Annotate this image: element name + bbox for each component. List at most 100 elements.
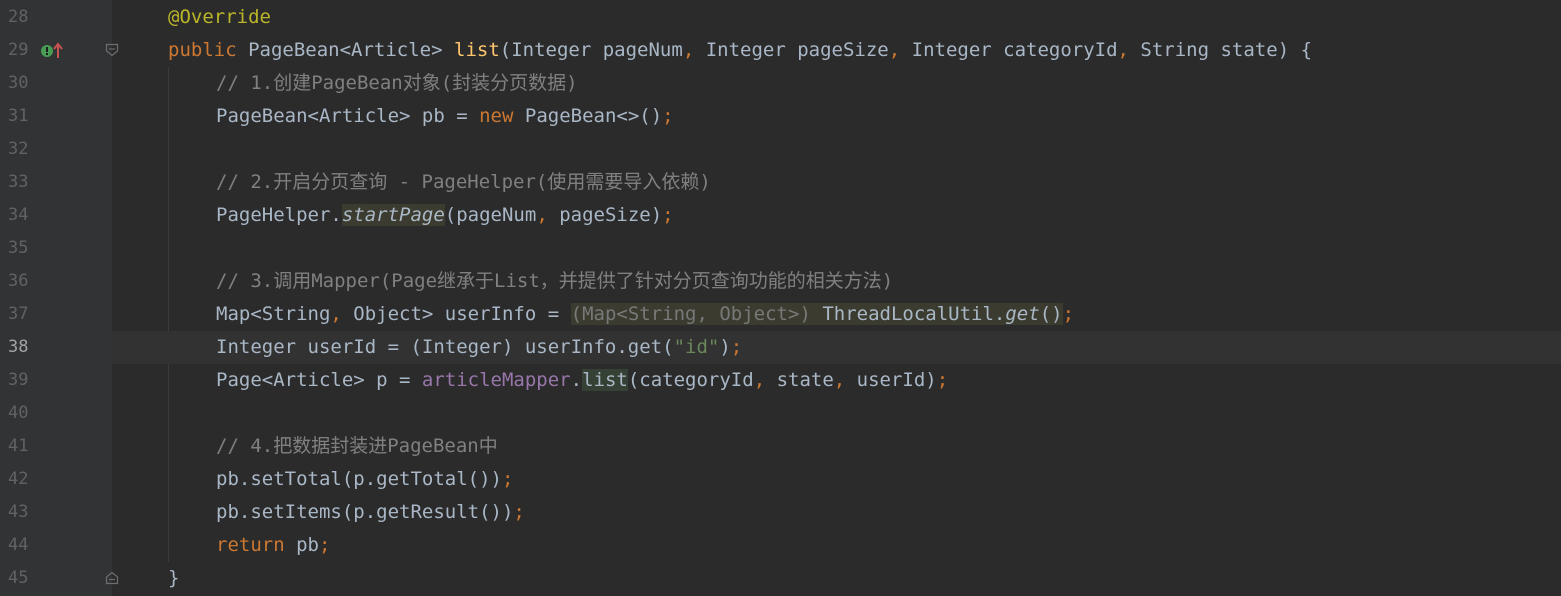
code-line-32[interactable] [112, 133, 1561, 166]
line-number: 28 [8, 7, 29, 27]
code-text: Integer userId = (Integer) userInfo.get( [216, 336, 674, 358]
code-line-36[interactable]: // 3.调用Mapper(Page继承于List，并提供了针对分页查询功能的相… [112, 265, 1561, 298]
code-text: Page<Article> p = [216, 369, 422, 391]
implementation-marker-icon[interactable] [40, 42, 66, 60]
method-call: list [582, 369, 628, 391]
code-text: (pageNum [444, 204, 537, 226]
code-line-43[interactable]: pb.setItems(p.getResult()); [112, 496, 1561, 529]
code-line-28[interactable]: @Override [112, 1, 1561, 34]
code-line-38-current[interactable]: Integer userId = (Integer) userInfo.get(… [112, 331, 1561, 364]
code-line-29[interactable]: public PageBean<Article> list(Integer pa… [112, 34, 1561, 67]
keyword-return: return [216, 534, 285, 556]
code-line-37[interactable]: Map<String, Object> userInfo = (Map<Stri… [112, 298, 1561, 331]
editor-gutter[interactable]: 28 29 30 31 32 33 34 35 36 37 38 39 40 4… [0, 0, 119, 596]
gutter-line[interactable]: 32 [0, 133, 112, 166]
gutter-line[interactable]: 30 [0, 67, 112, 100]
line-number: 36 [8, 271, 29, 291]
comma: , [753, 369, 777, 391]
cast-text: ( [570, 303, 583, 325]
gutter-line[interactable]: 39 [0, 364, 112, 397]
comment: // 1.创建PageBean对象(封装分页数据) [216, 72, 578, 94]
closing-brace: } [168, 567, 180, 589]
code-line-35[interactable] [112, 232, 1561, 265]
code-text: pb.setTotal(p.getTotal()) [216, 468, 502, 490]
param: Integer categoryId [911, 39, 1118, 61]
line-number: 37 [8, 304, 29, 324]
gutter-line[interactable]: 34 [0, 199, 112, 232]
code-line-40[interactable] [112, 397, 1561, 430]
code-text: ) [719, 336, 731, 358]
line-number: 29 [8, 40, 29, 60]
field-reference: articleMapper [421, 369, 571, 391]
gutter-line[interactable]: 42 [0, 463, 112, 496]
comma: , [682, 39, 706, 61]
line-number: 38 [8, 337, 29, 357]
gutter-line[interactable]: 40 [0, 397, 112, 430]
line-number: 31 [8, 106, 29, 126]
cast-text: ) [799, 303, 811, 325]
line-number: 44 [8, 535, 29, 555]
gutter-line[interactable]: 29 [0, 34, 119, 67]
comma: , [536, 204, 560, 226]
static-method-call: startPage [341, 204, 445, 226]
param: Integer pageSize [705, 39, 889, 61]
semicolon: ; [936, 369, 949, 391]
code-text: PageBean<Article> pb = [216, 105, 480, 127]
semicolon: ; [1062, 303, 1075, 325]
line-number: 41 [8, 436, 29, 456]
comment: // 4.把数据封装进PageBean中 [216, 435, 498, 457]
code-line-45[interactable]: } [112, 562, 1561, 595]
keyword-public: public [168, 39, 237, 61]
semicolon: ; [730, 336, 743, 358]
line-number: 33 [8, 172, 29, 192]
line-number: 39 [8, 370, 29, 390]
code-text: () [1039, 303, 1063, 325]
code-text: Map<String [216, 303, 331, 325]
gutter-line[interactable]: 38 [0, 331, 112, 364]
semicolon: ; [662, 204, 674, 226]
code-text: (categoryId [627, 369, 754, 391]
cast-text: , [696, 303, 720, 325]
cast-text: Object> [719, 303, 800, 325]
gutter-line[interactable]: 33 [0, 166, 112, 199]
gutter-line[interactable]: 28 [0, 1, 112, 34]
semicolon: ; [501, 468, 514, 490]
code-text: userId) [856, 369, 937, 391]
gutter-line[interactable]: 44 [0, 529, 112, 562]
code-line-39[interactable]: Page<Article> p = articleMapper.list(cat… [112, 364, 1561, 397]
cast-text: Map<String [582, 303, 697, 325]
gutter-line[interactable]: 35 [0, 232, 112, 265]
comma: , [1117, 39, 1141, 61]
code-text: state [776, 369, 834, 391]
semicolon: ; [318, 534, 331, 556]
gutter-line[interactable]: 45 [0, 562, 119, 595]
keyword-new: new [479, 105, 514, 127]
comment: // 3.调用Mapper(Page继承于List，并提供了针对分页查询功能的相… [216, 270, 894, 292]
code-line-30[interactable]: // 1.创建PageBean对象(封装分页数据) [112, 67, 1561, 100]
param: String state) { [1140, 39, 1313, 61]
gutter-line[interactable]: 43 [0, 496, 112, 529]
code-line-31[interactable]: PageBean<Article> pb = new PageBean<>(); [112, 100, 1561, 133]
code-editor[interactable]: 28 29 30 31 32 33 34 35 36 37 38 39 40 4… [0, 0, 1561, 596]
gutter-line[interactable]: 37 [0, 298, 112, 331]
code-line-34[interactable]: PageHelper.startPage(pageNum, pageSize); [112, 199, 1561, 232]
method-name: list [454, 39, 500, 61]
string-literal: "id" [673, 336, 720, 358]
comma: , [330, 303, 354, 325]
code-area[interactable]: @Override public PageBean<Article> list(… [112, 0, 1561, 596]
code-line-44[interactable]: return pb; [112, 529, 1561, 562]
code-line-41[interactable]: // 4.把数据封装进PageBean中 [112, 430, 1561, 463]
code-text: . [570, 369, 583, 391]
gutter-line[interactable]: 31 [0, 100, 112, 133]
return-type: PageBean<Article> [248, 39, 443, 61]
line-number: 35 [8, 238, 29, 258]
redundant-cast-highlight[interactable]: (Map<String, Object>) ThreadLocalUtil.ge… [570, 303, 1063, 325]
code-line-42[interactable]: pb.setTotal(p.getTotal()); [112, 463, 1561, 496]
gutter-line[interactable]: 36 [0, 265, 112, 298]
code-text: Object> userInfo = [353, 303, 571, 325]
code-text: pageSize) [559, 204, 663, 226]
gutter-line[interactable]: 41 [0, 430, 112, 463]
line-number: 30 [8, 73, 29, 93]
code-text: PageHelper. [216, 204, 342, 226]
code-line-33[interactable]: // 2.开启分页查询 - PageHelper(使用需要导入依赖) [112, 166, 1561, 199]
